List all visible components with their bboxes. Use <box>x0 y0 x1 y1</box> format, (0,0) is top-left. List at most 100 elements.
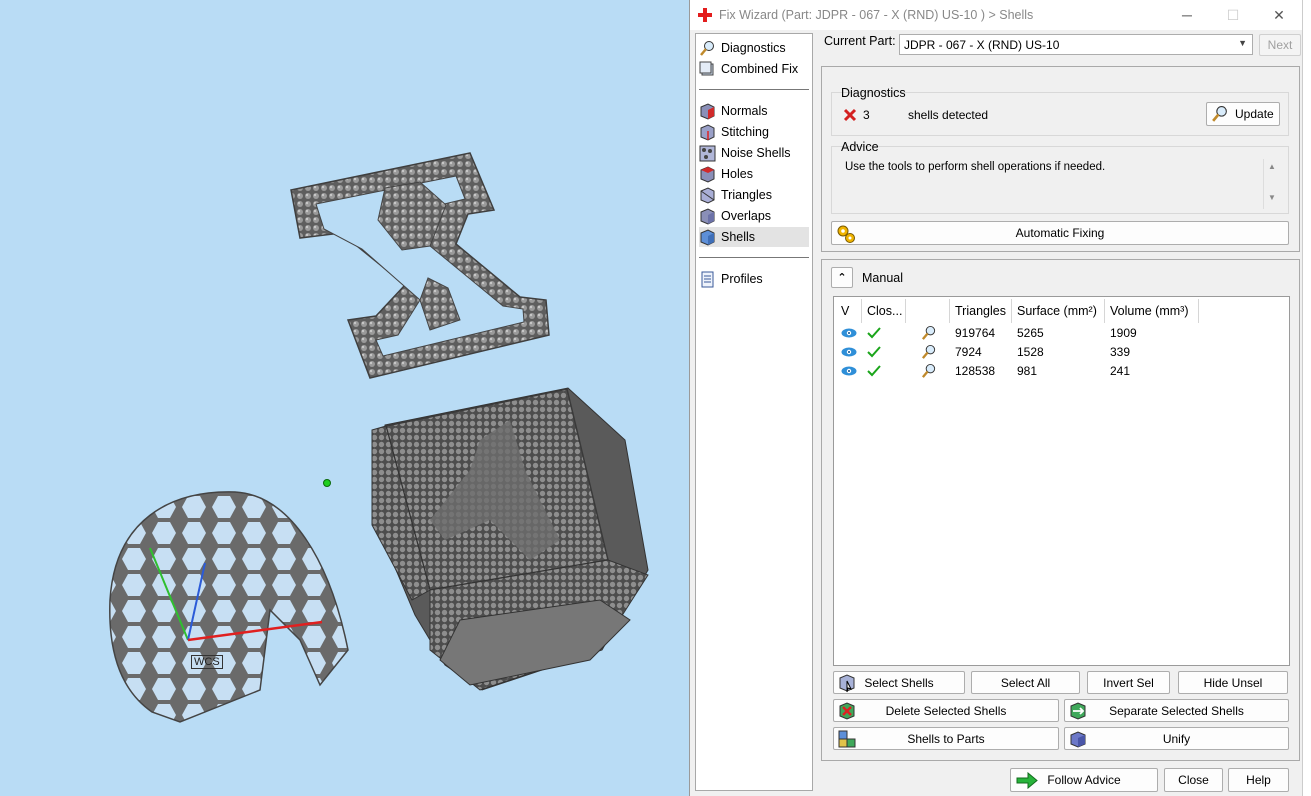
magnifier-icon <box>700 40 714 56</box>
stitching-cube-icon <box>700 123 715 141</box>
update-button[interactable]: Update <box>1206 102 1280 126</box>
hide-unsel-button[interactable]: Hide Unsel <box>1178 671 1288 694</box>
chevron-down-icon: ▼ <box>1238 38 1247 48</box>
nav-divider <box>699 89 809 90</box>
gears-icon <box>837 225 855 243</box>
shells-to-parts-label: Shells to Parts <box>907 731 985 746</box>
3d-viewport[interactable]: WCS <box>0 0 690 796</box>
diagnostics-title: Diagnostics <box>841 86 906 100</box>
unify-cube-icon <box>1070 731 1086 748</box>
nav-item-label: Normals <box>721 104 768 118</box>
unify-button[interactable]: Unify <box>1064 727 1289 750</box>
advice-title: Advice <box>841 140 879 154</box>
fix-wizard-app-icon <box>698 8 712 22</box>
nav-item-label: Triangles <box>721 188 772 202</box>
automatic-fixing-button[interactable]: Automatic Fixing <box>831 221 1289 245</box>
separate-selected-shells-button[interactable]: Separate Selected Shells <box>1064 699 1289 722</box>
column-header-triangles[interactable]: Triangles <box>950 299 1012 323</box>
advice-text: Use the tools to perform shell operation… <box>845 161 1106 173</box>
analysis-panel: Diagnostics 3 shells detected Update Adv… <box>821 66 1300 252</box>
chevron-up-icon: ⌃ <box>837 272 847 284</box>
column-header-surface[interactable]: Surface (mm²) <box>1012 299 1105 323</box>
column-header-inspect[interactable] <box>906 299 950 323</box>
nav-item-label: Noise Shells <box>721 146 791 160</box>
nav-item-combined-fix[interactable]: Combined Fix <box>699 59 809 79</box>
nav-item-holes[interactable]: Holes <box>699 164 809 184</box>
column-header-volume[interactable]: Volume (mm³) <box>1105 299 1199 323</box>
signet-ring-shell <box>371 387 649 691</box>
current-part-value: JDPR - 067 - X (RND) US-10 <box>904 38 1060 52</box>
shell-count: 3 <box>863 108 870 122</box>
delete-cube-icon <box>839 702 855 720</box>
nav-divider <box>699 257 809 258</box>
separate-selected-label: Separate Selected Shells <box>1109 703 1244 718</box>
follow-advice-button[interactable]: Follow Advice <box>1010 768 1158 792</box>
invert-sel-button[interactable]: Invert Sel <box>1087 671 1170 694</box>
delete-selected-shells-button[interactable]: Delete Selected Shells <box>833 699 1059 722</box>
nav-item-label: Shells <box>721 230 756 244</box>
nav-item-normals[interactable]: Normals <box>699 101 809 121</box>
select-all-button[interactable]: Select All <box>971 671 1080 694</box>
collapse-manual-button[interactable]: ⌃ <box>831 267 853 288</box>
nav-item-triangles[interactable]: Triangles <box>699 185 809 205</box>
magnifier-icon <box>1212 106 1227 122</box>
close-button[interactable]: Close <box>1164 768 1223 792</box>
nav-item-diagnostics[interactable]: Diagnostics <box>699 38 809 58</box>
check-icon <box>867 345 881 357</box>
table-header: V Clos... Triangles Surface (mm²) Volume… <box>836 299 1199 323</box>
overlaps-cube-icon <box>700 207 715 225</box>
nav-item-stitching[interactable]: Stitching <box>699 122 809 142</box>
holes-cube-icon <box>700 165 715 183</box>
close-window-button[interactable]: ✕ <box>1256 0 1302 30</box>
hex-cuff-shell <box>109 491 349 723</box>
title-bar[interactable]: Fix Wizard (Part: JDPR - 067 - X (RND) U… <box>690 0 1302 30</box>
eye-icon[interactable] <box>841 328 857 338</box>
eye-icon[interactable] <box>841 347 857 357</box>
magnifier-icon[interactable] <box>921 363 937 379</box>
combined-fix-icon <box>699 61 714 75</box>
column-header-closed[interactable]: Clos... <box>862 299 906 323</box>
scroll-down-icon[interactable]: ▼ <box>1268 193 1276 202</box>
nav-item-label: Overlaps <box>721 209 772 223</box>
normals-cube-icon <box>700 102 715 120</box>
select-shells-button[interactable]: Select Shells <box>833 671 965 694</box>
current-part-dropdown[interactable]: JDPR - 067 - X (RND) US-10 ▼ <box>899 34 1253 55</box>
magnifier-icon[interactable] <box>921 325 937 341</box>
next-button[interactable]: Next <box>1259 34 1301 56</box>
volume-cell: 241 <box>1110 363 1131 378</box>
delete-selected-label: Delete Selected Shells <box>885 703 1007 718</box>
shells-to-parts-button[interactable]: Shells to Parts <box>833 727 1059 750</box>
help-button[interactable]: Help <box>1228 768 1289 792</box>
nav-item-noise-shells[interactable]: Noise Shells <box>699 143 809 163</box>
triangles-cell: 919764 <box>955 325 996 340</box>
shells-to-parts-icon <box>838 730 856 748</box>
nav-item-label: Combined Fix <box>721 62 799 76</box>
advice-scrollbar[interactable]: ▲ ▼ <box>1263 159 1279 209</box>
surface-cell: 5265 <box>1017 325 1044 340</box>
surface-cell: 1528 <box>1017 344 1044 359</box>
nav-item-shells[interactable]: Shells <box>699 227 809 247</box>
fix-wizard-window: Fix Wizard (Part: JDPR - 067 - X (RND) U… <box>689 0 1302 796</box>
select-shells-label: Select Shells <box>864 675 934 690</box>
column-header-visible[interactable]: V <box>836 299 862 323</box>
unify-label: Unify <box>1162 731 1191 746</box>
follow-advice-label: Follow Advice <box>1047 773 1121 787</box>
table-row[interactable]: 7924 1528 339 <box>836 342 1199 361</box>
nav-item-overlaps[interactable]: Overlaps <box>699 206 809 226</box>
select-cube-icon <box>839 674 855 693</box>
nav-item-label: Profiles <box>721 272 763 286</box>
table-row[interactable]: 128538 981 241 <box>836 361 1199 380</box>
volume-cell: 1909 <box>1110 325 1137 340</box>
maximize-button[interactable]: ☐ <box>1210 0 1256 30</box>
scroll-up-icon[interactable]: ▲ <box>1268 162 1276 171</box>
shells-table[interactable]: V Clos... Triangles Surface (mm²) Volume… <box>833 296 1290 666</box>
table-row[interactable]: 919764 5265 1909 <box>836 323 1199 342</box>
magnifier-icon[interactable] <box>921 344 937 360</box>
x-letter-shell <box>290 152 550 379</box>
update-label: Update <box>1235 107 1274 121</box>
separate-cube-icon <box>1070 702 1086 720</box>
nav-item-profiles[interactable]: Profiles <box>699 269 809 289</box>
minimize-button[interactable]: ─ <box>1164 0 1210 30</box>
rotation-center-marker <box>323 479 331 487</box>
eye-icon[interactable] <box>841 366 857 376</box>
